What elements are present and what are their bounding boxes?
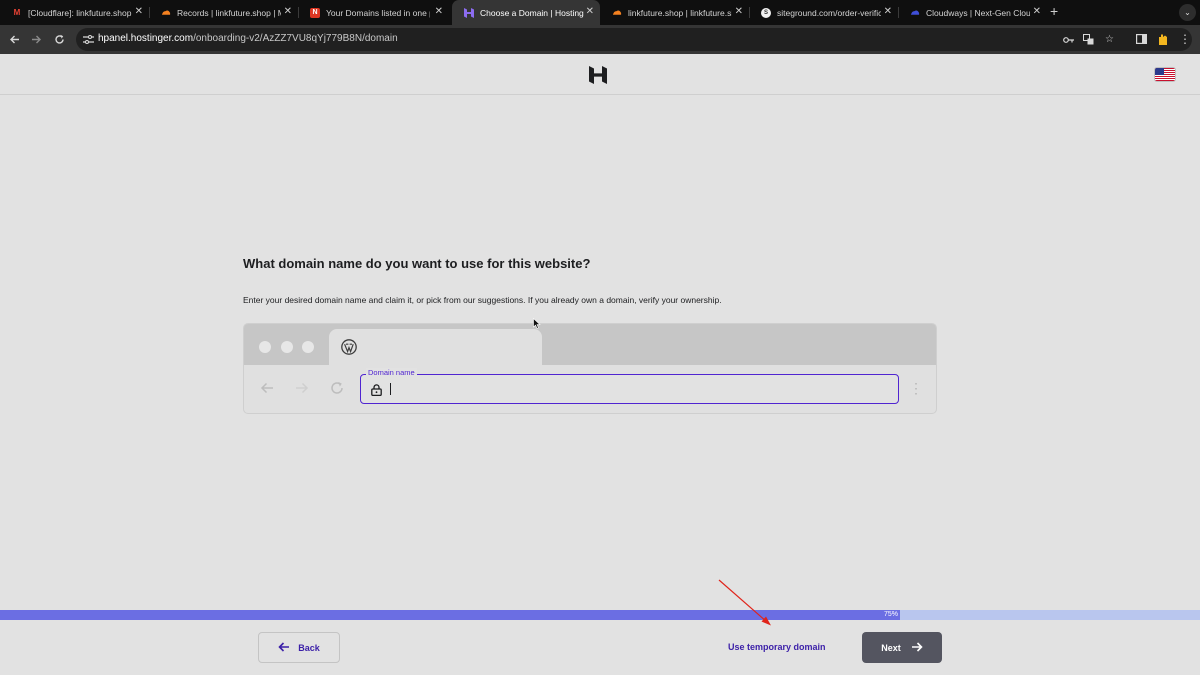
browser-tab-bar: M [Cloudflare]: linkfuture.shop | ✕ Reco…: [0, 0, 1200, 25]
close-tab-icon[interactable]: ✕: [884, 6, 892, 17]
domain-name-input[interactable]: Domain name: [360, 368, 899, 404]
us-flag-language-icon[interactable]: [1155, 68, 1175, 81]
next-button[interactable]: Next: [862, 632, 942, 663]
browser-tab-1[interactable]: M [Cloudflare]: linkfuture.shop | ✕: [0, 0, 150, 25]
reload-icon[interactable]: [51, 31, 67, 47]
tab-title: [Cloudflare]: linkfuture.shop |: [28, 7, 132, 18]
side-panel-icon[interactable]: [1133, 31, 1149, 47]
domain-name-label: Domain name: [366, 368, 417, 378]
siteground-icon: S: [761, 7, 771, 18]
hostinger-icon: [464, 7, 474, 18]
close-tab-icon[interactable]: ✕: [735, 6, 743, 17]
illustration-forward-arrow-icon: [294, 380, 310, 396]
bookmark-star-icon[interactable]: ☆: [1103, 33, 1116, 46]
namecheap-icon: N: [310, 7, 320, 18]
illustration-reload-icon: [329, 380, 345, 396]
browser-menu-icon[interactable]: ⋮: [1177, 31, 1193, 47]
progress-label: 75%: [884, 611, 899, 618]
tab-search-chevron-icon[interactable]: ⌄: [1179, 4, 1196, 21]
browser-illustration: Domain name ⋮: [243, 323, 937, 414]
progress-fill: [0, 610, 900, 620]
tab-title: Cloudways | Next-Gen Cloud: [926, 7, 1030, 18]
page-header: [0, 54, 1200, 95]
close-tab-icon[interactable]: ✕: [435, 6, 443, 17]
address-bar[interactable]: hpanel.hostinger.com/onboarding-v2/AzZZ7…: [76, 28, 1192, 51]
browser-tab-5[interactable]: linkfuture.shop | linkfuture.sh ✕: [600, 0, 750, 25]
browser-tab-2[interactable]: Records | linkfuture.shop | M ✕: [149, 0, 299, 25]
tab-title: linkfuture.shop | linkfuture.sh: [628, 7, 732, 18]
lock-icon: [371, 383, 382, 397]
forward-arrow-icon[interactable]: [28, 31, 44, 47]
text-caret: [390, 383, 391, 395]
cloudflare-icon: [161, 8, 171, 18]
page-title: What domain name do you want to use for …: [243, 256, 591, 271]
window-dot: [281, 341, 293, 353]
extension-icon[interactable]: [1155, 31, 1171, 47]
close-tab-icon[interactable]: ✕: [1033, 6, 1041, 17]
progress-bar: 75%: [0, 610, 1200, 620]
tab-title: siteground.com/order-verific: [777, 7, 881, 18]
url-path: /onboarding-v2/AzZZ7VU8qYj779B8N/domain: [193, 33, 398, 44]
use-temporary-domain-link[interactable]: Use temporary domain: [728, 642, 826, 652]
browser-tab-3[interactable]: N Your Domains listed in one pl ✕: [298, 0, 449, 25]
mouse-cursor-icon: [533, 316, 541, 329]
new-tab-icon[interactable]: +: [1050, 3, 1058, 19]
illustration-tab: [329, 329, 542, 365]
window-dot: [302, 341, 314, 353]
back-arrow-icon[interactable]: [6, 31, 22, 47]
password-key-icon[interactable]: [1062, 33, 1075, 46]
translate-icon[interactable]: [1082, 33, 1095, 46]
close-tab-icon[interactable]: ✕: [284, 6, 292, 17]
tab-title: Your Domains listed in one pl: [326, 7, 430, 18]
close-tab-icon[interactable]: ✕: [135, 6, 143, 17]
tab-title: Records | linkfuture.shop | M: [177, 7, 281, 18]
window-dot: [259, 341, 271, 353]
close-tab-icon[interactable]: ✕: [586, 6, 594, 17]
gmail-icon: M: [13, 8, 21, 17]
browser-tab-7[interactable]: Cloudways | Next-Gen Cloud ✕: [898, 0, 1047, 25]
next-arrow-icon: [911, 640, 923, 655]
helper-text: Enter your desired domain name and claim…: [243, 295, 722, 305]
wordpress-icon: [341, 339, 357, 355]
browser-tab-4-active[interactable]: Choose a Domain | Hostinger ✕: [452, 0, 600, 25]
back-arrow-icon: [278, 641, 290, 655]
cloudflare-icon: [612, 8, 622, 18]
url-host: hpanel.hostinger.com: [98, 33, 194, 44]
browser-toolbar: hpanel.hostinger.com/onboarding-v2/AzZZ7…: [0, 25, 1200, 54]
illustration-back-arrow-icon: [259, 380, 275, 396]
back-button[interactable]: Back: [258, 632, 340, 663]
back-button-label: Back: [298, 642, 320, 653]
cloudways-icon: [910, 8, 920, 18]
illustration-more-icon: ⋮: [909, 380, 923, 396]
url-text: hpanel.hostinger.com/onboarding-v2/AzZZ7…: [98, 33, 398, 44]
browser-tab-6[interactable]: S siteground.com/order-verific ✕: [749, 0, 899, 25]
site-info-icon[interactable]: [82, 33, 95, 46]
next-button-label: Next: [881, 642, 901, 653]
tab-title: Choose a Domain | Hostinger: [480, 7, 584, 18]
hostinger-logo-icon[interactable]: [589, 66, 607, 84]
illustration-tab-strip: [244, 324, 936, 365]
